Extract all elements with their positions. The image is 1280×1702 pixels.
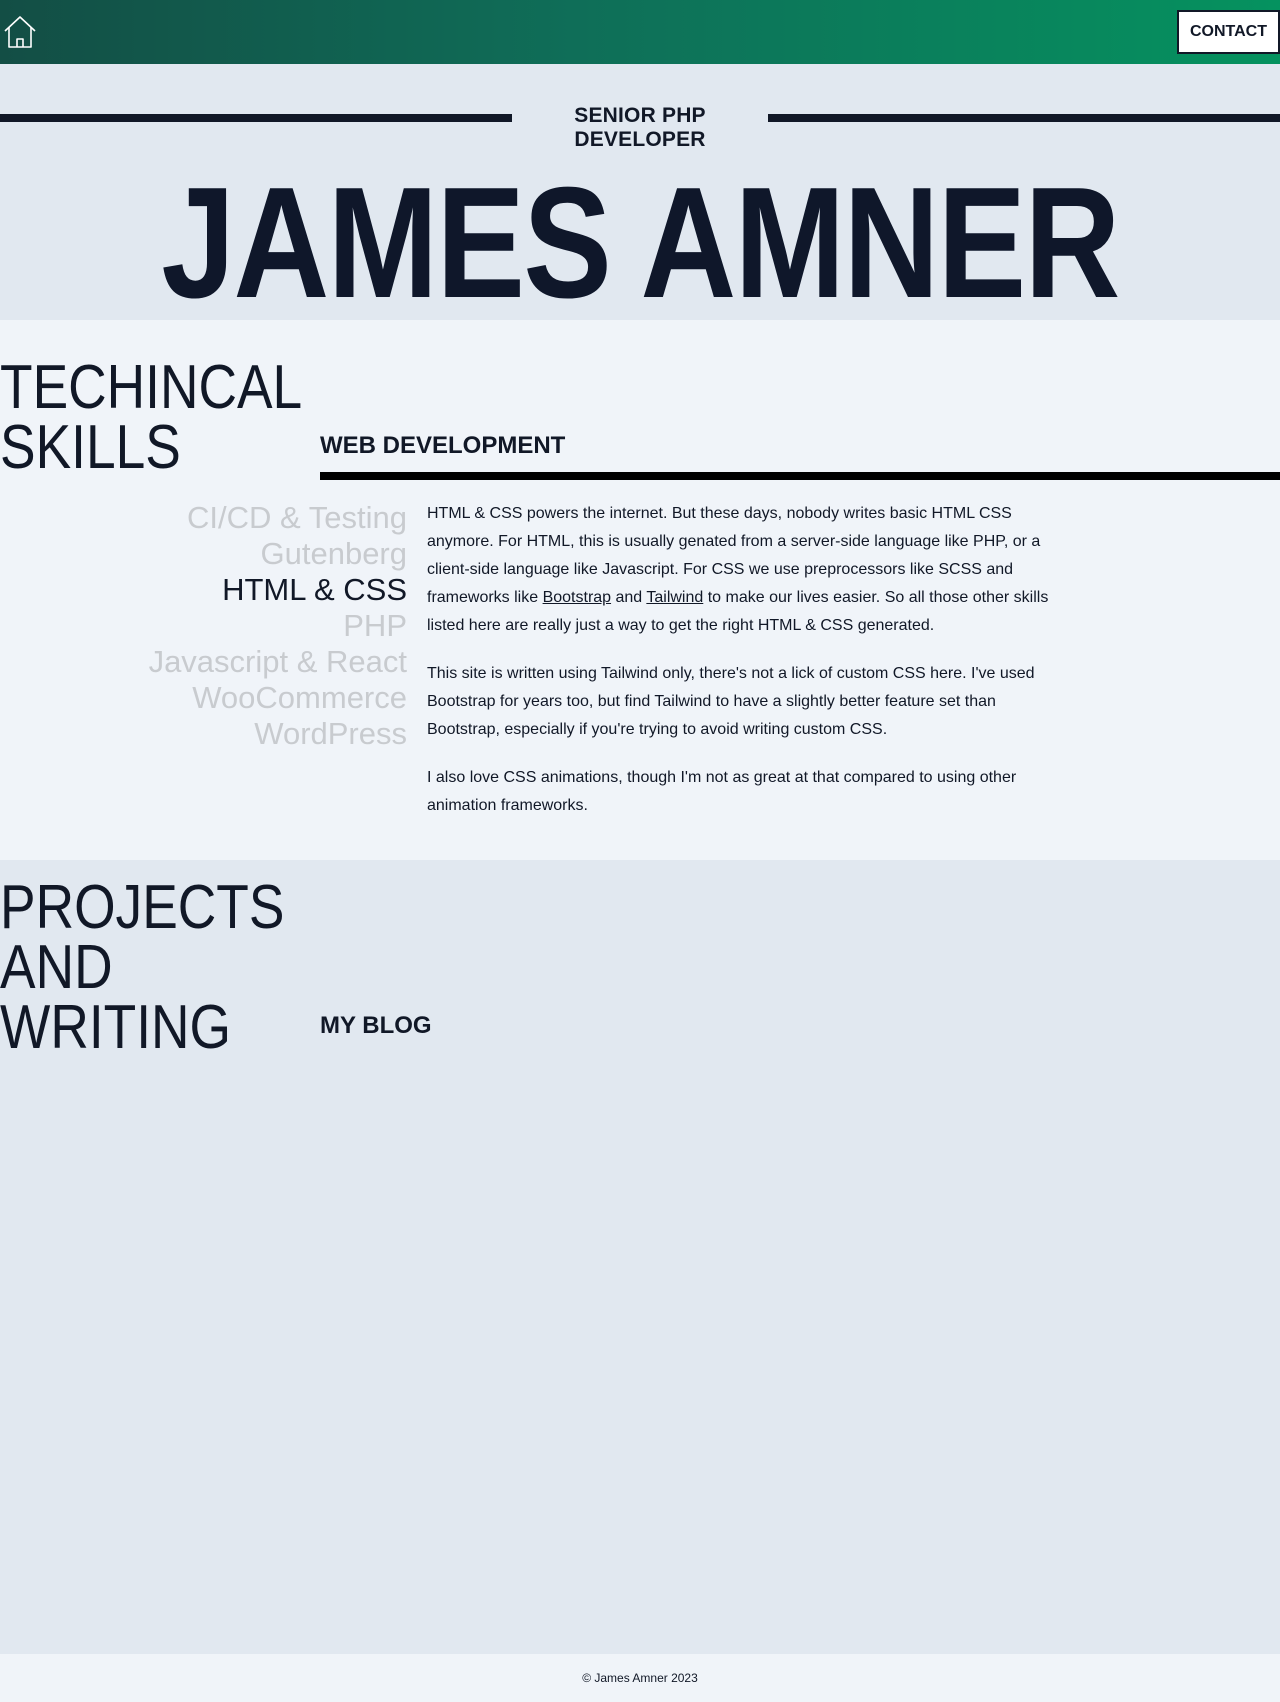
skill-paragraph-3: I also love CSS animations, though I'm n…: [427, 769, 1017, 814]
skill-item-html-css[interactable]: HTML & CSS: [0, 572, 407, 608]
bootstrap-link[interactable]: Bootstrap: [543, 589, 611, 606]
skill-item-cicd-testing[interactable]: CI/CD & Testing: [0, 500, 407, 536]
skill-list: CI/CD & Testing Gutenberg HTML & CSS PHP…: [0, 500, 407, 752]
projects-section: PROJECTS AND WRITING MY BLOG: [0, 860, 1280, 1654]
skill-item-wordpress[interactable]: WordPress: [0, 716, 407, 752]
skills-section-title: TECHINCAL SKILLS: [0, 357, 302, 479]
skill-paragraph-1: HTML & CSS powers the internet. But thes…: [427, 500, 1060, 640]
skill-item-javascript-react[interactable]: Javascript & React: [0, 644, 407, 680]
skill-paragraph-2: This site is written using Tailwind only…: [427, 665, 1035, 738]
skill-detail-body: HTML & CSS powers the internet. But thes…: [427, 500, 1060, 840]
hero-rule-right: [768, 114, 1280, 122]
skill-paragraph-1-part2: and: [611, 589, 647, 606]
skill-detail-rule: [320, 472, 1280, 480]
hero-rule-left: [0, 114, 512, 122]
projects-section-title: PROJECTS AND WRITING: [0, 877, 284, 1059]
top-navigation-bar: CONTACT: [0, 0, 1280, 64]
projects-title-line3: WRITING: [0, 993, 232, 1062]
contact-button[interactable]: CONTACT: [1177, 10, 1280, 54]
blog-heading: MY BLOG: [320, 1012, 432, 1039]
home-icon[interactable]: [2, 14, 38, 50]
technical-skills-section: TECHINCAL SKILLS WEB DEVELOPMENT CI/CD &…: [0, 320, 1280, 860]
skills-title-line1: TECHINCAL: [0, 353, 303, 422]
projects-title-line1: PROJECTS: [0, 873, 285, 942]
skill-item-woocommerce[interactable]: WooCommerce: [0, 680, 407, 716]
projects-title-line2: AND: [0, 933, 113, 1002]
skill-detail-heading: WEB DEVELOPMENT: [320, 432, 566, 459]
skill-item-gutenberg[interactable]: Gutenberg: [0, 536, 408, 572]
skill-item-php[interactable]: PHP: [0, 608, 407, 644]
footer: © James Amner 2023: [0, 1654, 1280, 1702]
job-title: SENIOR PHP DEVELOPER: [574, 104, 706, 151]
skills-title-line2: SKILLS: [0, 413, 181, 482]
copyright-text: © James Amner 2023: [582, 1671, 698, 1685]
hero-section: SENIOR PHP DEVELOPER JAMES AMNER: [0, 64, 1280, 331]
person-name: JAMES AMNER: [161, 155, 1120, 331]
tailwind-link[interactable]: Tailwind: [646, 589, 703, 606]
